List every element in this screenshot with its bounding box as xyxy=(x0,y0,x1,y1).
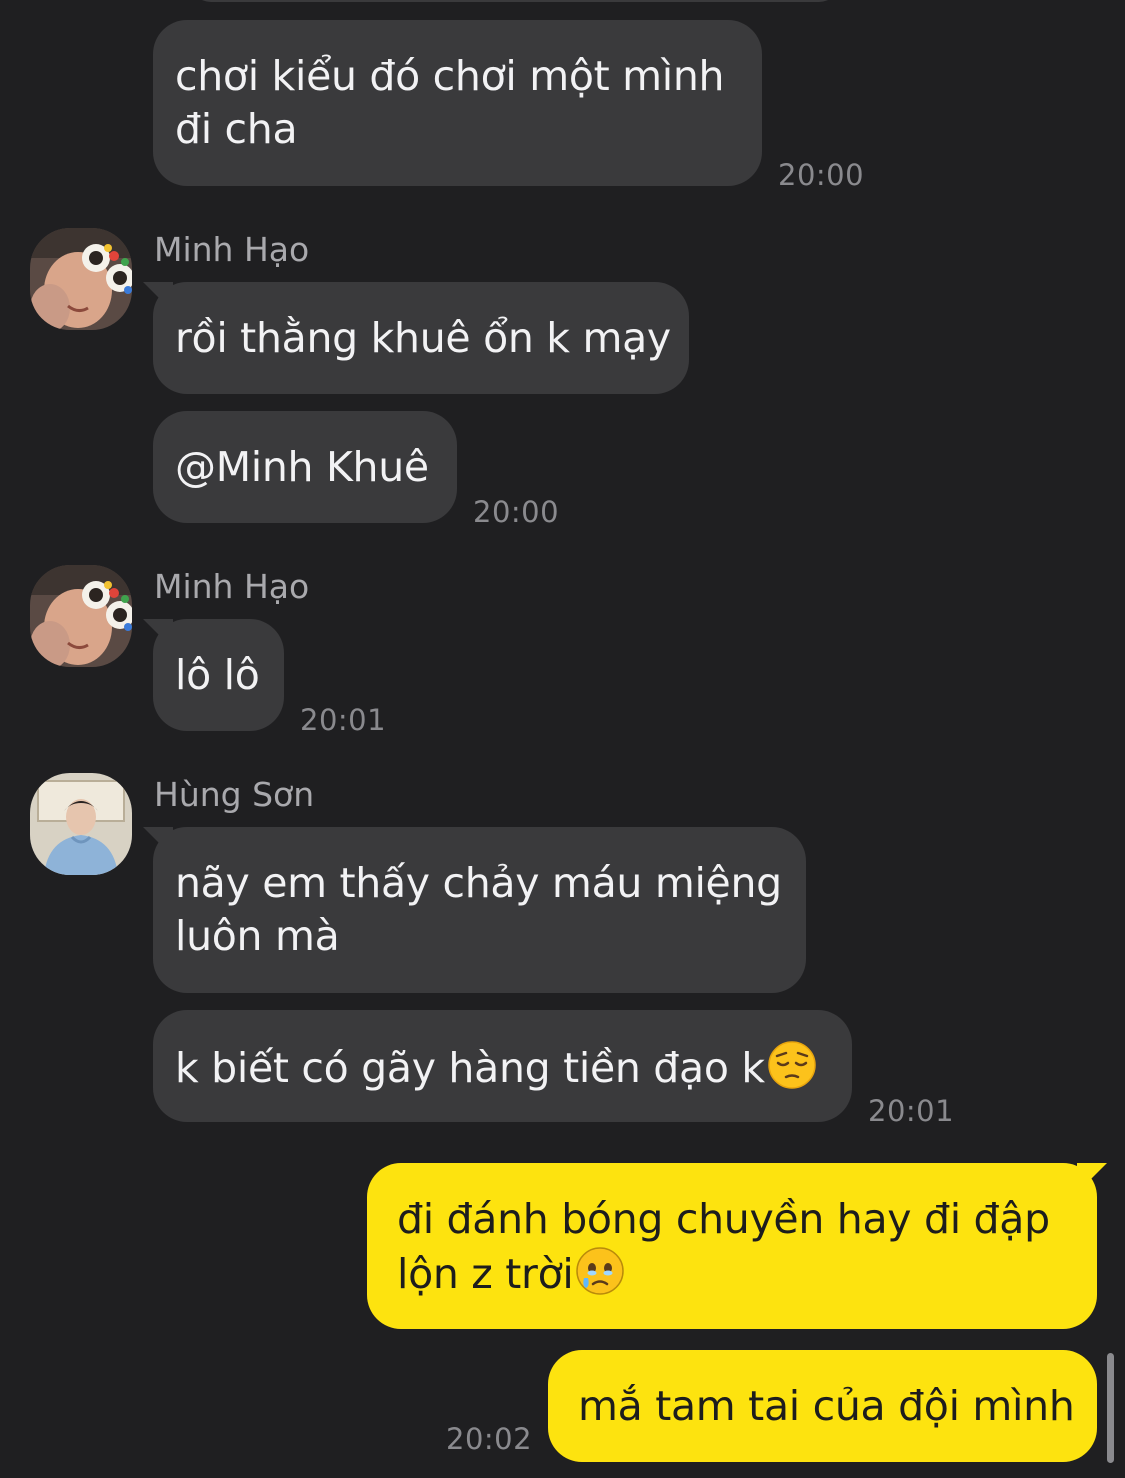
message-text: k biết có gãy hàng tiền đạo k xyxy=(175,1044,765,1092)
message-text: chơi kiểu đó chơi một mình xyxy=(175,52,725,100)
sender-name: Hùng Sơn xyxy=(154,775,315,814)
message-timestamp: 20:02 xyxy=(446,1422,533,1456)
avatar[interactable] xyxy=(30,565,132,667)
message-bubble[interactable]: @Minh Khuê xyxy=(153,411,457,523)
message-bubble[interactable]: rồi thằng khuê ổn k mạy xyxy=(153,282,689,394)
message-text: luôn mà xyxy=(175,912,340,960)
message-text: rồi thằng khuê ổn k mạy xyxy=(175,314,671,362)
chat-thread: chơi kiểu đó chơi một mình đi cha 20:00 … xyxy=(0,0,1125,1478)
message-bubble[interactable]: chơi kiểu đó chơi một mình đi cha xyxy=(153,20,762,186)
previous-message-bubble-edge xyxy=(190,0,840,2)
message-bubble[interactable]: mắ tam tai của đội mình xyxy=(548,1350,1097,1462)
message-bubble[interactable]: lô lô xyxy=(153,619,284,731)
avatar[interactable] xyxy=(30,773,132,875)
message-timestamp: 20:00 xyxy=(473,495,560,529)
message-text: đi đánh bóng chuyền hay đi đập xyxy=(397,1195,1050,1243)
message-bubble[interactable]: k biết có gãy hàng tiền đạo k xyxy=(153,1010,852,1122)
face-holding-back-tears-emoji xyxy=(575,1246,625,1296)
message-text: lộn z trời xyxy=(397,1250,574,1298)
message-text: lô lô xyxy=(175,651,260,699)
sender-name: Minh Hạo xyxy=(154,230,310,269)
message-text: nãy em thấy chảy máu miệng xyxy=(175,859,782,907)
sender-name: Minh Hạo xyxy=(154,567,310,606)
message-text: mắ tam tai của đội mình xyxy=(578,1382,1075,1430)
message-timestamp: 20:01 xyxy=(300,703,387,737)
message-timestamp: 20:01 xyxy=(868,1094,955,1128)
message-bubble[interactable]: đi đánh bóng chuyền hay đi đập lộn z trờ… xyxy=(367,1163,1097,1329)
pensive-face-emoji xyxy=(767,1040,817,1090)
avatar[interactable] xyxy=(30,228,132,330)
message-bubble[interactable]: nãy em thấy chảy máu miệng luôn mà xyxy=(153,827,806,993)
message-timestamp: 20:00 xyxy=(778,158,865,192)
scrollbar-thumb[interactable] xyxy=(1107,1353,1114,1463)
message-text: @Minh Khuê xyxy=(175,443,429,491)
message-text: đi cha xyxy=(175,105,298,153)
